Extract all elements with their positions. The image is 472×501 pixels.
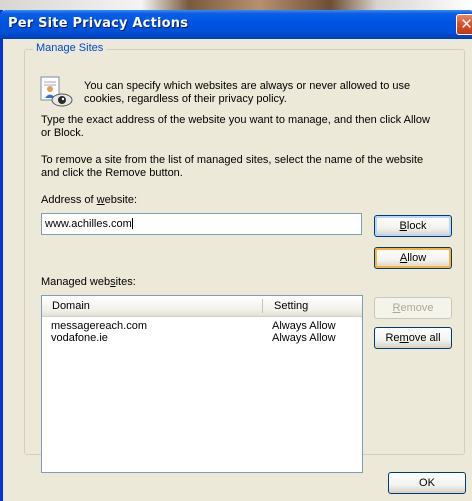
address-label: Address of website: [41,194,138,206]
row-domain: vodafone.ie [51,332,108,344]
remove-button[interactable]: Remove [374,297,452,319]
intro-text-line1: You can specify which websites are alway… [84,80,411,92]
column-header-setting[interactable]: Setting [274,300,308,312]
block-button[interactable]: Block [374,215,452,237]
managed-websites-label: Managed websites: [41,276,136,288]
instruction-line2: or Block. [41,127,84,139]
close-button[interactable]: ✕ [456,14,472,35]
table-row[interactable]: vodafone.ie Always Allow [42,332,362,344]
privacy-info-icon [40,76,73,107]
column-divider[interactable] [262,299,263,313]
address-input[interactable]: www.achilles.com [41,213,362,235]
allow-button[interactable]: Allow [374,247,452,269]
row-domain: messagereach.com [51,320,147,332]
title-bar[interactable]: Per Site Privacy Actions ✕ [0,10,472,39]
text-caret [131,218,133,229]
row-setting: Always Allow [272,320,336,332]
list-header: Domain Setting [42,296,362,317]
dialog-title: Per Site Privacy Actions [8,16,189,31]
row-setting: Always Allow [272,332,336,344]
table-row[interactable]: messagereach.com Always Allow [42,320,362,332]
managed-websites-list[interactable]: Domain Setting messagereach.com Always A… [41,295,363,473]
address-value: www.achilles.com [45,218,132,230]
column-header-domain[interactable]: Domain [52,300,90,312]
remove-instruction-line1: To remove a site from the list of manage… [41,154,424,166]
intro-text-line2: cookies, regardless of their privacy pol… [84,93,287,105]
remove-all-button[interactable]: Remove all [374,327,452,349]
background-photo-strip [0,0,472,10]
remove-instruction-line2: and click the Remove button. [41,167,183,179]
manage-sites-legend: Manage Sites [33,42,107,54]
instruction-line1: Type the exact address of the website yo… [41,114,430,126]
ok-button[interactable]: OK [388,472,466,494]
